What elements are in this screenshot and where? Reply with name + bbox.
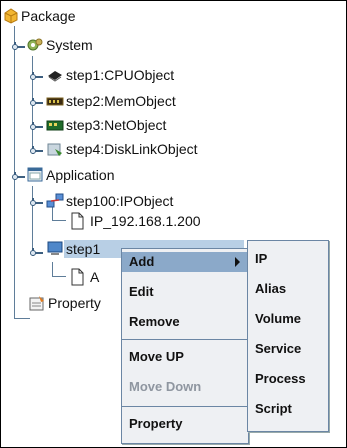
submenu-item-alias[interactable]: Alias	[248, 279, 328, 299]
application-window-icon	[27, 167, 43, 182]
disk-link-icon	[47, 143, 62, 156]
tree-node-application[interactable]: Application	[46, 166, 115, 184]
expand-toggle[interactable]	[30, 122, 44, 134]
document-icon	[71, 268, 84, 286]
submenu-item-ip[interactable]: IP	[248, 249, 328, 269]
expand-toggle[interactable]	[12, 172, 26, 184]
ip-network-icon	[46, 193, 64, 208]
cpu-chip-icon	[48, 71, 62, 82]
tree-node-package[interactable]: Package	[21, 7, 75, 25]
expand-toggle[interactable]	[30, 98, 44, 110]
menu-item-move-down: Move Down	[129, 379, 202, 394]
menu-item-remove[interactable]: Remove	[122, 312, 248, 332]
tree-node-ipobject[interactable]: step100:IPObject	[66, 192, 173, 210]
tree-line	[52, 262, 53, 276]
menu-item-edit[interactable]: Edit	[122, 282, 248, 302]
submenu-item-volume[interactable]: Volume	[248, 309, 328, 329]
menu-separator	[122, 339, 248, 340]
submenu-arrow-icon	[235, 257, 240, 267]
expand-toggle[interactable]	[30, 248, 44, 260]
document-icon	[71, 212, 84, 230]
submenu-item-service[interactable]: Service	[248, 339, 328, 359]
expand-toggle[interactable]	[30, 72, 44, 84]
tree-line	[52, 220, 66, 221]
tree-line	[14, 318, 30, 319]
gears-icon	[27, 38, 43, 51]
network-card-icon	[46, 120, 64, 131]
tree-node-property[interactable]: Property	[48, 294, 101, 312]
tree-node-net[interactable]: step3:NetObject	[66, 116, 166, 134]
tree-node-selected-label: step1	[66, 241, 101, 257]
context-menu: Add Edit Remove Move UP Move Down Proper…	[121, 248, 249, 444]
tree-line	[52, 276, 66, 277]
tree-line	[32, 186, 33, 248]
tree-node-mem[interactable]: step2:MemObject	[66, 92, 176, 110]
menu-item-add[interactable]: Add	[122, 252, 248, 272]
menu-item-property[interactable]: Property	[122, 414, 248, 434]
add-submenu: IP Alias Volume Service Process Script	[247, 240, 329, 432]
tree-node-child[interactable]: A	[90, 268, 99, 286]
property-sheet-icon	[29, 296, 44, 311]
expand-toggle[interactable]	[30, 146, 44, 158]
menu-separator	[122, 406, 248, 407]
submenu-item-process[interactable]: Process	[248, 369, 328, 389]
expand-toggle[interactable]	[30, 198, 44, 210]
tree-node-disk[interactable]: step4:DiskLinkObject	[66, 140, 198, 158]
tree-node-cpu[interactable]: step1:CPUObject	[66, 66, 174, 84]
menu-item-move-up[interactable]: Move UP	[122, 347, 248, 367]
package-icon	[4, 8, 18, 24]
submenu-item-script[interactable]: Script	[248, 399, 328, 419]
memory-icon	[46, 97, 64, 106]
expand-toggle[interactable]	[12, 42, 26, 54]
computer-monitor-icon	[47, 241, 63, 255]
tree-node-ip-address[interactable]: IP_192.168.1.200	[90, 212, 201, 230]
tree-node-system[interactable]: System	[46, 36, 93, 54]
